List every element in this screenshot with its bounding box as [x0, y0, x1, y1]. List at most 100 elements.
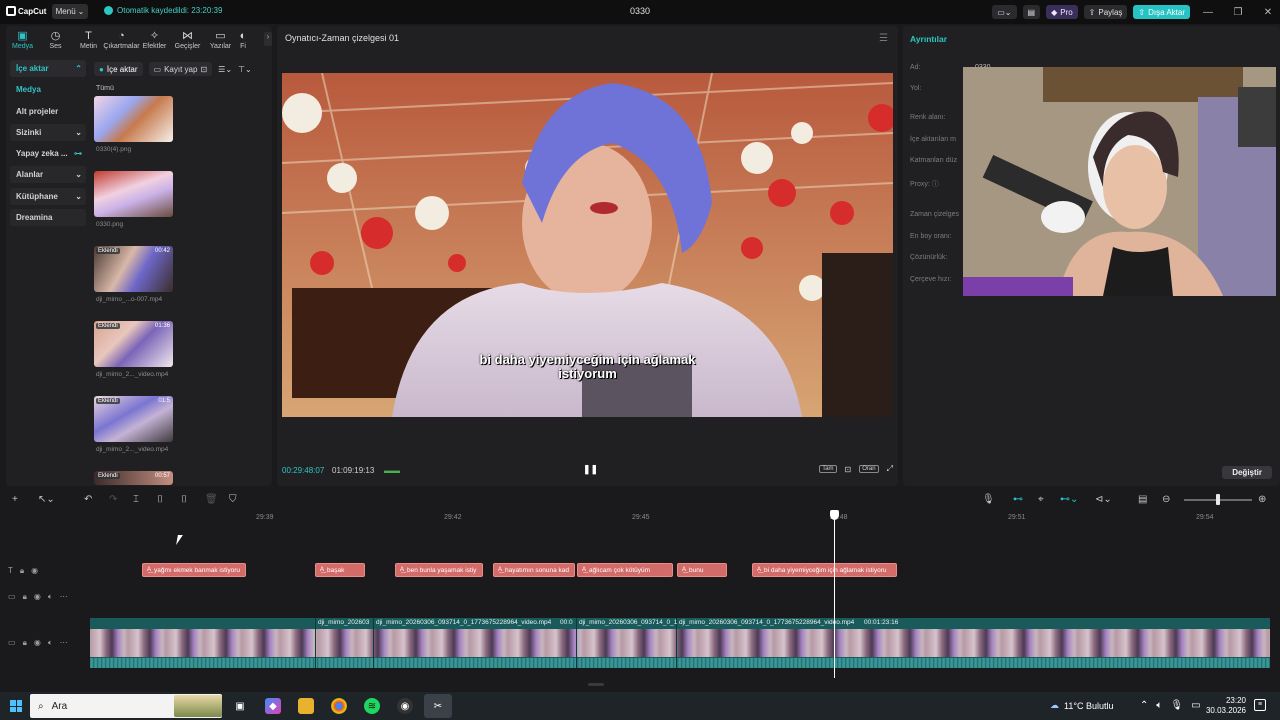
restore-icon[interactable]: ❐	[1226, 7, 1250, 18]
obs-icon[interactable]: ◉	[397, 698, 413, 714]
minimize-icon[interactable]: —	[1196, 7, 1220, 18]
eye-icon[interactable]: ◉	[31, 566, 38, 576]
subtitle-clip[interactable]: A͟ başak	[315, 563, 365, 577]
shortcuts-icon[interactable]: ▤	[1022, 5, 1041, 19]
chevron-up-icon[interactable]: ⌃	[1140, 700, 1148, 711]
taskbar-search[interactable]: ⌕ Ara	[30, 694, 222, 718]
pro-button[interactable]: ◆ Pro	[1046, 5, 1078, 19]
split-right-icon[interactable]: ⌷	[181, 494, 187, 505]
more-icon[interactable]: ⋯	[60, 638, 68, 648]
task-view-icon[interactable]: ▣	[232, 698, 248, 714]
hamburger-icon[interactable]: ☰	[879, 33, 888, 44]
taskbar-clock[interactable]: 23:20 30.03.2026	[1198, 696, 1246, 716]
subtitle-icon[interactable]: ▤	[1138, 494, 1147, 505]
subtitle-clip[interactable]: A͟ bunu	[677, 563, 727, 577]
sidenav-media[interactable]: Medya	[10, 81, 86, 98]
tab-captions[interactable]: ▭ Yazılar	[204, 26, 237, 54]
capcut-taskbar-icon[interactable]: ✂	[424, 694, 452, 718]
record-button[interactable]: ▭ Kayıt yap ⊡	[148, 62, 213, 76]
eye-icon[interactable]: ◉	[34, 638, 41, 648]
tab-media[interactable]: ▣ Medya	[6, 26, 39, 54]
sort-icon[interactable]: ☰⌄	[218, 65, 232, 74]
weather-widget[interactable]: ☁ 11°C Bulutlu	[1050, 700, 1113, 711]
subtitle-clip[interactable]: A͟ ağlıcam çok kötüyüm	[577, 563, 673, 577]
windows-start-icon[interactable]	[10, 700, 22, 712]
sidenav-import[interactable]: İçe aktar ⌃	[10, 60, 86, 77]
menu-button[interactable]: Menü ⌄	[52, 4, 88, 19]
tab-audio[interactable]: ◷ Ses	[39, 26, 72, 54]
share-button[interactable]: ⇪ Paylaş	[1083, 5, 1128, 19]
lock-icon[interactable]: 🔒︎	[23, 638, 27, 648]
eye-icon[interactable]: ◉	[34, 592, 41, 602]
media-item[interactable]: Eklendi 00:57	[94, 471, 173, 485]
subtitle-clip[interactable]: A͟ yağmı ekmek banmak istiyoru	[142, 563, 246, 577]
microphone-icon[interactable]: 🎙	[982, 494, 995, 505]
tabs-scroll-right[interactable]: ›	[264, 32, 272, 46]
speaker-icon[interactable]: 🔈︎	[48, 638, 53, 648]
media-item[interactable]: 0330(4).png	[94, 96, 173, 153]
playhead[interactable]	[834, 514, 835, 678]
change-button[interactable]: Değiştir	[1222, 466, 1272, 479]
sidenav-dreamina[interactable]: Dreamina	[10, 209, 86, 227]
copilot-icon[interactable]: ◆	[265, 698, 281, 714]
fullscreen-mode-button[interactable]: Tam	[819, 465, 837, 473]
expand-icon[interactable]: ⤢	[887, 464, 893, 474]
sidenav-library[interactable]: Kütüphane ⌄	[10, 187, 86, 205]
redo-icon[interactable]: ↷	[109, 494, 117, 505]
speaker-icon[interactable]: 🔈︎	[1156, 700, 1162, 711]
sidenav-ai[interactable]: Yapay zeka ... ⊶	[10, 145, 86, 162]
ratio-button[interactable]: Oran	[859, 465, 879, 473]
file-explorer-icon[interactable]	[298, 698, 314, 714]
subtitle-clip[interactable]: A͟ ben bunla yaşamak istiy	[395, 563, 483, 577]
media-item[interactable]: 0330.png	[94, 171, 173, 228]
video-track[interactable]: dji_mimo_202603 dji_mimo_20260306_093714…	[90, 618, 1270, 668]
plus-icon[interactable]: +	[12, 494, 18, 505]
timeline-scrollbar[interactable]	[588, 683, 604, 686]
split-icon[interactable]: ⌶	[133, 494, 139, 505]
media-item[interactable]: Eklendi 01:36 dji_mimo_2..._video.mp4	[94, 321, 173, 378]
video-preview[interactable]: bi daha yiyemiyceğim için ağlamak istiyor…	[282, 73, 893, 417]
import-button[interactable]: ● İçe aktar	[94, 62, 143, 76]
zoom-in-icon[interactable]: ⊕	[1258, 494, 1266, 505]
sidenav-yours[interactable]: Sizinki ⌄	[10, 123, 86, 141]
delete-icon[interactable]: 🗑	[205, 494, 218, 505]
media-item[interactable]: Eklendi 01:5 dji_mimo_2..._video.mp4	[94, 396, 173, 453]
tab-effects[interactable]: ✧ Efektler	[138, 26, 171, 54]
spotify-icon[interactable]: ≋	[364, 698, 380, 714]
sidenav-spaces[interactable]: Alanlar ⌄	[10, 166, 86, 184]
clip-separator	[576, 618, 577, 668]
speaker-icon[interactable]: 🔈︎	[48, 592, 53, 602]
snap-icon[interactable]: ⌖	[1038, 494, 1044, 505]
lock-icon[interactable]: 🔒︎	[23, 592, 27, 602]
tab-stickers[interactable]: ◔ Çıkartmalar	[103, 26, 139, 54]
waveform-icon[interactable]: ▬▬	[384, 466, 400, 475]
magnet-icon[interactable]: ⊷⌄	[1060, 494, 1078, 505]
export-button[interactable]: ⇧ Dışa Aktar	[1133, 5, 1190, 19]
lock-icon[interactable]: 🔒︎	[20, 566, 24, 576]
split-left-icon[interactable]: ⌷	[157, 494, 163, 505]
chrome-icon[interactable]	[331, 698, 347, 714]
tab-transitions[interactable]: ⋈ Geçişler	[171, 26, 204, 54]
media-item[interactable]: Eklendi 00:42 dji_mimo_...o-007.mp4	[94, 246, 173, 303]
sidenav-subprojects[interactable]: Alt projeler	[10, 103, 86, 120]
layout-icon[interactable]: ▭⌄	[992, 5, 1017, 19]
pause-icon[interactable]: ❚❚	[583, 464, 598, 475]
preview-axis-icon[interactable]: ⊲⌄	[1095, 494, 1112, 505]
notification-icon[interactable]: ≡	[1254, 699, 1266, 711]
time-ruler[interactable]: 29:39 29:42 29:45 29:48 29:51 29:54	[90, 512, 1280, 524]
zoom-out-icon[interactable]: ⊖	[1162, 494, 1170, 505]
tab-text[interactable]: T Metin	[72, 26, 105, 54]
subtitle-clip[interactable]: A͟ bi daha yiyemiyceğim için ağlamak isti…	[752, 563, 897, 577]
select-pointer-icon[interactable]: ↖⌄	[38, 494, 55, 505]
zoom-knob[interactable]	[1216, 494, 1220, 505]
tab-filters[interactable]: ◐ Fi	[237, 26, 249, 54]
crop-icon[interactable]: ⊡	[845, 465, 852, 474]
more-icon[interactable]: ⋯	[60, 592, 68, 602]
link-clips-icon[interactable]: ⊷	[1013, 494, 1023, 505]
undo-icon[interactable]: ↶	[84, 494, 92, 505]
close-icon[interactable]: ✕	[1256, 7, 1280, 18]
shield-icon[interactable]: ⛉	[229, 494, 237, 505]
subtitle-clip[interactable]: A͟ hayatımın sonuna kad	[493, 563, 575, 577]
microphone-icon[interactable]: 🎙	[1170, 700, 1183, 711]
filter-icon[interactable]: ⊤⌄	[238, 65, 252, 74]
